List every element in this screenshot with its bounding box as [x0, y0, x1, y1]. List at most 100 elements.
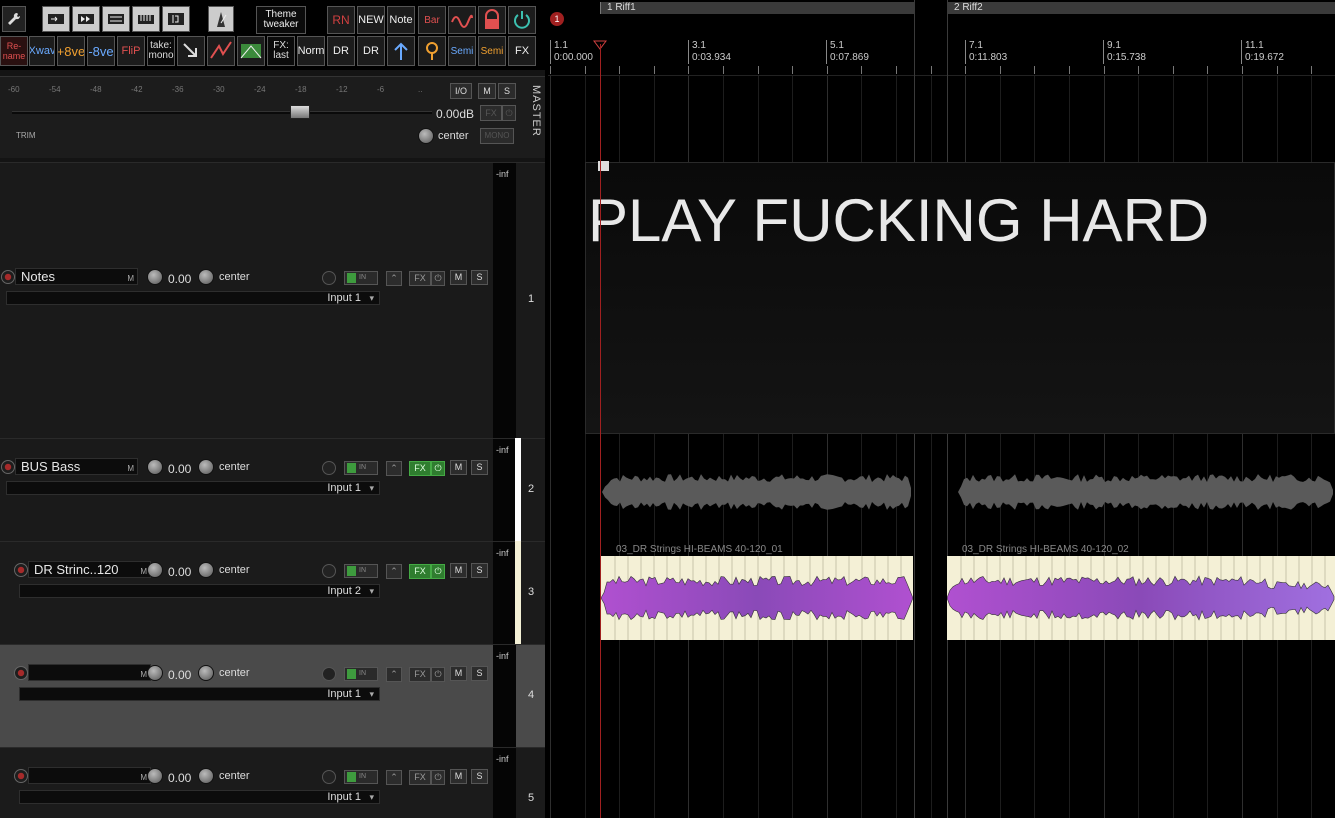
input-monitor-button[interactable]: IN: [344, 271, 378, 285]
input-select[interactable]: Input 1: [19, 790, 380, 804]
strings-item-1[interactable]: [600, 556, 914, 640]
octave-up-button[interactable]: +8ve: [57, 36, 85, 66]
fx-button[interactable]: FX: [409, 667, 431, 682]
fx-button[interactable]: FX: [409, 461, 431, 476]
track-1[interactable]: Notes M 0.00 center IN ⌃ FX ⏻ M S Input 1…: [0, 162, 545, 439]
pan-knob[interactable]: [198, 665, 214, 681]
input-monitor-button[interactable]: IN: [344, 667, 378, 681]
lock-icon[interactable]: [478, 6, 506, 34]
bar-button[interactable]: Bar: [418, 6, 446, 34]
pan-knob[interactable]: [198, 269, 214, 285]
semi-up-button[interactable]: Semi: [448, 36, 476, 66]
metronome-icon[interactable]: [208, 6, 234, 32]
solo-button[interactable]: S: [471, 769, 488, 784]
bus-bass-item-1[interactable]: [602, 462, 913, 522]
phase-icon[interactable]: [322, 564, 336, 578]
dr-button-2[interactable]: DR: [357, 36, 385, 66]
input-select[interactable]: Input 1: [19, 687, 380, 701]
track-name-field[interactable]: DR Strinc..120 M: [28, 561, 151, 578]
take-mono-button[interactable]: take: mono: [147, 36, 175, 66]
norm-button[interactable]: Norm: [297, 36, 325, 66]
fade-icon[interactable]: [237, 36, 265, 66]
record-arm-button[interactable]: [14, 563, 28, 577]
pan-knob[interactable]: [198, 768, 214, 784]
automation-button[interactable]: ⌃: [386, 461, 402, 476]
track-name-field[interactable]: M: [28, 767, 151, 784]
track-name-field[interactable]: BUS Bass M: [15, 458, 138, 475]
wave-red-icon[interactable]: [448, 6, 476, 34]
bus-bass-item-2[interactable]: [958, 462, 1334, 522]
up-arrow-icon[interactable]: [387, 36, 415, 66]
note-button[interactable]: Note: [387, 6, 415, 34]
fx-bypass-button[interactable]: ⏻: [431, 770, 445, 785]
mute-button[interactable]: M: [450, 460, 467, 475]
volume-knob[interactable]: [147, 665, 163, 681]
track-4[interactable]: M 0.00 center IN ⌃ FX ⏻ M S Input 1 -inf…: [0, 644, 545, 748]
power-icon[interactable]: [508, 6, 536, 34]
master-solo-button[interactable]: S: [498, 83, 516, 99]
fx-bypass-button[interactable]: ⏻: [431, 667, 445, 682]
volume-knob[interactable]: [147, 562, 163, 578]
solo-button[interactable]: S: [471, 563, 488, 578]
flip-button[interactable]: FliP: [117, 36, 145, 66]
fx-button[interactable]: FX: [409, 564, 431, 579]
forward-icon[interactable]: [72, 6, 100, 32]
solo-button[interactable]: S: [471, 666, 488, 681]
master-mono-button[interactable]: MONO: [480, 128, 514, 144]
input-select[interactable]: Input 1: [6, 291, 380, 305]
record-arm-button[interactable]: [1, 270, 15, 284]
semi-down-button[interactable]: Semi: [478, 36, 506, 66]
rn-button[interactable]: RN: [327, 6, 355, 34]
master-io-button[interactable]: I/O: [450, 83, 472, 99]
input-select[interactable]: Input 2: [19, 584, 380, 598]
dr-button[interactable]: DR: [327, 36, 355, 66]
phase-icon[interactable]: [322, 271, 336, 285]
master-volume-fader[interactable]: [290, 105, 310, 119]
fx-last-button[interactable]: FX: last: [267, 36, 295, 66]
pan-knob[interactable]: [198, 562, 214, 578]
track-5[interactable]: M 0.00 center IN ⌃ FX ⏻ M S Input 1 -inf…: [0, 747, 545, 818]
input-monitor-button[interactable]: IN: [344, 564, 378, 578]
input-monitor-button[interactable]: IN: [344, 770, 378, 784]
arrow-icon[interactable]: [177, 36, 205, 66]
mute-button[interactable]: M: [450, 270, 467, 285]
mute-button[interactable]: M: [450, 666, 467, 681]
fx-button[interactable]: FX: [409, 770, 431, 785]
input-select[interactable]: Input 1: [6, 481, 380, 495]
volume-knob[interactable]: [147, 269, 163, 285]
master-fx-button[interactable]: FX: [480, 105, 502, 121]
record-arm-button[interactable]: [14, 769, 28, 783]
master-mute-button[interactable]: M: [478, 83, 496, 99]
keyboard-icon[interactable]: [132, 6, 160, 32]
region-riff2[interactable]: 2 Riff2: [947, 2, 1335, 14]
master-pan-knob[interactable]: [418, 128, 434, 144]
fx-bypass-button[interactable]: ⏻: [431, 271, 445, 286]
octave-down-button[interactable]: -8ve: [87, 36, 115, 66]
theme-tweaker-button[interactable]: Theme tweaker: [256, 6, 306, 34]
xwav-button[interactable]: Xwav: [29, 36, 55, 66]
fx-button[interactable]: FX: [508, 36, 536, 66]
automation-button[interactable]: ⌃: [386, 667, 402, 682]
master-fx-bypass-button[interactable]: ⏻: [502, 105, 516, 121]
record-arm-button[interactable]: [14, 666, 28, 680]
automation-button[interactable]: ⌃: [386, 564, 402, 579]
track-3[interactable]: DR Strinc..120 M 0.00 center IN ⌃ FX ⏻ M …: [0, 541, 545, 645]
track-name-field[interactable]: Notes M: [15, 268, 138, 285]
envelope-icon[interactable]: [207, 36, 235, 66]
automation-button[interactable]: ⌃: [386, 770, 402, 785]
region-riff1[interactable]: 1 Riff1: [600, 2, 914, 14]
tune-icon[interactable]: [418, 36, 446, 66]
phase-icon[interactable]: [322, 770, 336, 784]
automation-button[interactable]: ⌃: [386, 271, 402, 286]
mute-button[interactable]: M: [450, 769, 467, 784]
fx-button[interactable]: FX: [409, 271, 431, 286]
phase-icon[interactable]: [322, 667, 336, 681]
track-name-field[interactable]: M: [28, 664, 151, 681]
pan-knob[interactable]: [198, 459, 214, 475]
fx-bypass-button[interactable]: ⏻: [431, 564, 445, 579]
mute-button[interactable]: M: [450, 563, 467, 578]
trim-button[interactable]: TRIM: [2, 129, 42, 143]
input-monitor-button[interactable]: IN: [344, 461, 378, 475]
timeline-ruler[interactable]: 1 1 Riff1 2 Riff2 1.1 0:00.000 3.1 0:03.934…: [548, 0, 1335, 76]
solo-button[interactable]: S: [471, 460, 488, 475]
